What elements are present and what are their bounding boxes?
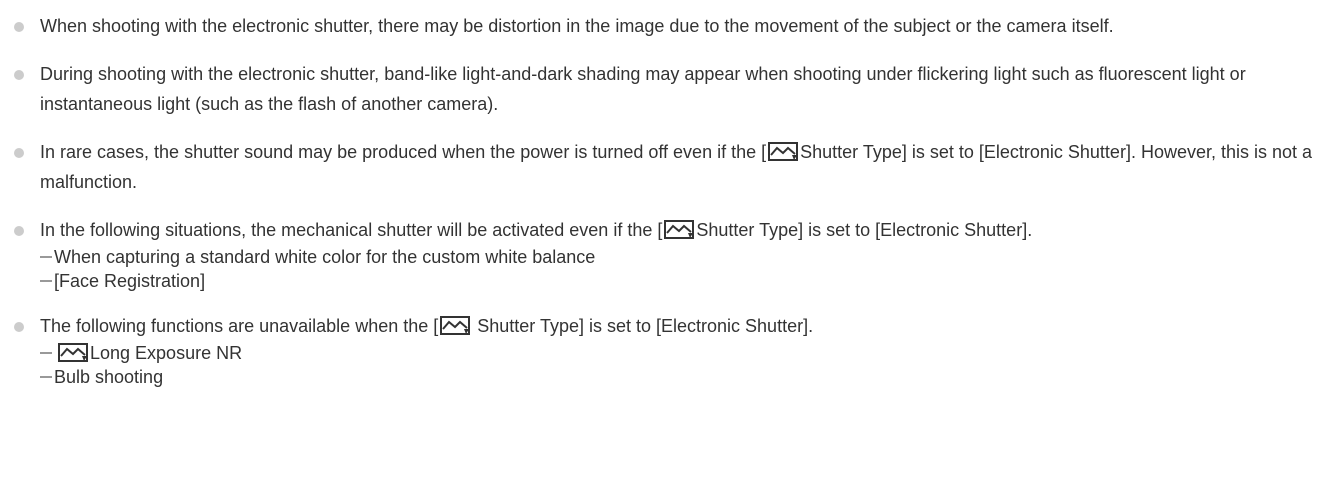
note-text-after: Shutter Type] is set to [Electronic Shut… xyxy=(696,220,1033,240)
note-item: During shooting with the electronic shut… xyxy=(0,59,1342,119)
still-image-shooting-icon xyxy=(768,142,799,161)
note-item: In rare cases, the shutter sound may be … xyxy=(0,137,1342,197)
sub-item-text: Bulb shooting xyxy=(54,367,164,387)
sub-list-item: Bulb shooting xyxy=(40,365,1338,389)
sub-list: When capturing a standard white color fo… xyxy=(40,245,1338,293)
dash-marker xyxy=(40,352,52,355)
dash-marker xyxy=(40,256,52,259)
note-text-before: In rare cases, the shutter sound may be … xyxy=(40,142,767,162)
still-image-shooting-icon xyxy=(664,220,695,239)
sub-list-item: When capturing a standard white color fo… xyxy=(40,245,1338,269)
sub-list-item: [Face Registration] xyxy=(40,269,1338,293)
notes-list: When shooting with the electronic shutte… xyxy=(0,0,1342,389)
note-item: In the following situations, the mechani… xyxy=(0,215,1342,293)
sub-item-text: Long Exposure NR xyxy=(90,343,243,363)
still-image-shooting-icon xyxy=(58,343,88,362)
sub-item-text: [Face Registration] xyxy=(54,271,206,291)
note-text-after: Shutter Type] is set to [Electronic Shut… xyxy=(472,316,814,336)
sub-item-text: When capturing a standard white color fo… xyxy=(54,247,596,267)
bullet-dot xyxy=(14,148,24,158)
note-text: During shooting with the electronic shut… xyxy=(40,64,1246,114)
note-text-before: The following functions are unavailable … xyxy=(40,316,439,336)
dash-marker xyxy=(40,280,52,283)
note-item: When shooting with the electronic shutte… xyxy=(0,11,1342,41)
note-text-before: In the following situations, the mechani… xyxy=(40,220,663,240)
bullet-dot xyxy=(14,226,24,236)
sub-list-item: Long Exposure NR xyxy=(40,341,1338,365)
dash-marker xyxy=(40,376,52,379)
bullet-dot xyxy=(14,70,24,80)
bullet-dot xyxy=(14,22,24,32)
note-text: When shooting with the electronic shutte… xyxy=(40,16,1114,36)
still-image-shooting-icon xyxy=(440,316,471,335)
bullet-dot xyxy=(14,322,24,332)
note-item: The following functions are unavailable … xyxy=(0,311,1342,389)
sub-list: Long Exposure NR Bulb shooting xyxy=(40,341,1338,389)
